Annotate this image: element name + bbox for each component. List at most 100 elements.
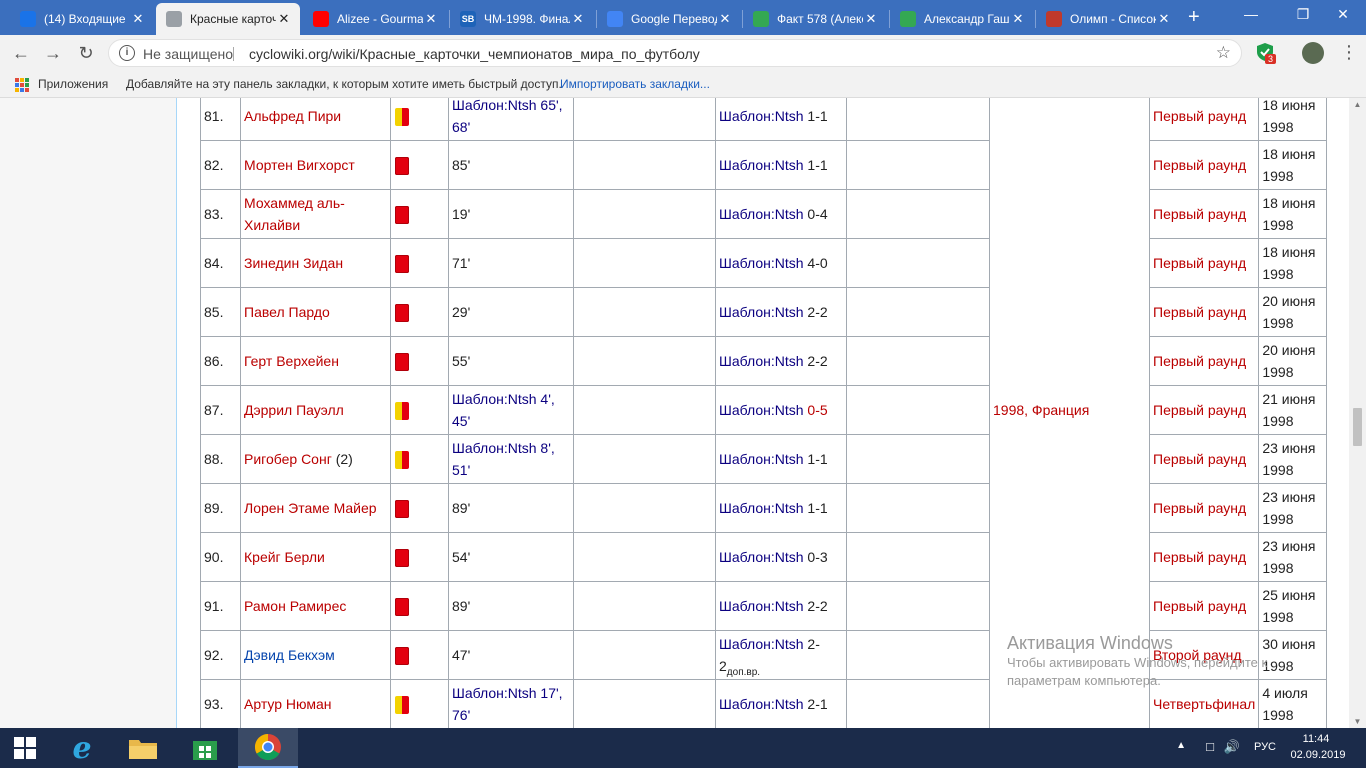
round-link[interactable]: Первый раунд <box>1153 108 1246 124</box>
tab-close-icon[interactable]: ✕ <box>863 11 879 27</box>
player-link[interactable]: Альфред Пири <box>244 108 341 124</box>
tab-1[interactable]: (14) Входящие ✕ <box>10 3 154 35</box>
round-cell: Первый раунд <box>1148 385 1260 435</box>
network-icon[interactable]: □ <box>1206 739 1214 754</box>
player-link[interactable]: Дэвид Бекхэм <box>244 647 335 663</box>
match-score: 2-2 <box>807 353 828 369</box>
row-number: 83. <box>200 189 241 239</box>
import-bookmarks-link[interactable]: Импортировать закладки... <box>560 77 710 91</box>
back-icon[interactable]: ← <box>9 41 33 65</box>
player-link[interactable]: Дэррил Пауэлл <box>244 402 344 418</box>
close-window-icon[interactable]: ✕ <box>1320 2 1366 28</box>
forward-icon[interactable]: → <box>41 41 65 65</box>
tab-title[interactable]: Факт 578 (Алексей) <box>777 12 863 26</box>
tab-title[interactable]: ЧМ-1998. Финал <box>484 12 570 26</box>
tab-6[interactable]: Факт 578 (Алексей)✕ <box>743 3 887 35</box>
round-link[interactable]: Первый раунд <box>1153 402 1246 418</box>
round-link[interactable]: Первый раунд <box>1153 206 1246 222</box>
bookmark-star-icon[interactable]: ☆ <box>1216 43 1231 63</box>
player-link[interactable]: Ригобер Сонг <box>244 451 332 467</box>
minimize-icon[interactable]: — <box>1228 2 1274 28</box>
tab-close-icon[interactable]: ✕ <box>1010 11 1026 27</box>
round-link[interactable]: Первый раунд <box>1153 353 1246 369</box>
second-yellow-card-icon <box>395 696 409 715</box>
red-card-icon <box>395 549 409 568</box>
scroll-thumb[interactable] <box>1353 408 1362 446</box>
match-score[interactable]: 0-5 <box>807 402 827 418</box>
round-link[interactable]: Первый раунд <box>1153 304 1246 320</box>
file-explorer-app[interactable] <box>113 728 173 768</box>
tab-close-icon[interactable]: ✕ <box>717 11 733 27</box>
apps-grid-icon[interactable] <box>15 78 29 92</box>
player-link[interactable]: Артур Нюман <box>244 696 332 712</box>
player-link[interactable]: Крейг Берли <box>244 549 325 565</box>
language-indicator[interactable]: РУС <box>1254 741 1276 753</box>
tab-title[interactable]: Google Переводчик <box>631 12 717 26</box>
match-score: 0-4 <box>807 206 828 222</box>
round-link[interactable]: Четвертьфинал <box>1153 696 1255 712</box>
tab-close-icon[interactable]: ✕ <box>130 11 146 27</box>
minute-cell: Шаблон:Ntsh 4', 45' <box>448 385 574 435</box>
url-text[interactable]: cyclowiki.org/wiki/Красные_карточки_чемп… <box>249 46 700 62</box>
round-link[interactable]: Первый раунд <box>1153 549 1246 565</box>
player-link[interactable]: Мортен Вигхорст <box>244 157 355 173</box>
player-link[interactable]: Зинедин Зидан <box>244 255 343 271</box>
security-label[interactable]: Не защищено <box>143 46 233 62</box>
tab-title[interactable]: Alizee - Gourmandises <box>337 12 423 26</box>
player-link[interactable]: Лорен Этаме Майер <box>244 500 377 516</box>
player-link[interactable]: Рамон Рамирес <box>244 598 346 614</box>
round-cell: Первый раунд <box>1148 140 1260 190</box>
clock-time[interactable]: 11:44 <box>1286 733 1346 745</box>
tab-title[interactable]: Александр Гаш <box>924 12 1010 26</box>
player-cell: Дэррил Пауэлл <box>240 385 391 435</box>
player-cell: Альфред Пири <box>240 98 391 141</box>
clock-date[interactable]: 02.09.2019 <box>1286 749 1350 761</box>
tab-title[interactable]: (14) Входящие <box>44 12 130 26</box>
menu-dots-icon[interactable]: ⋮ <box>1340 42 1358 62</box>
tray-chevron-icon[interactable]: ▲ <box>1176 740 1186 751</box>
reload-icon[interactable]: ↻ <box>74 41 98 65</box>
internet-explorer-app[interactable]: e <box>52 728 112 768</box>
start-button[interactable] <box>0 728 50 768</box>
sheet-icon <box>900 11 916 27</box>
tab-close-icon[interactable]: ✕ <box>1156 11 1172 27</box>
tab-3[interactable]: Alizee - Gourmandises✕ <box>303 3 447 35</box>
round-link[interactable]: Первый раунд <box>1153 157 1246 173</box>
apps-link[interactable]: Приложения <box>38 77 108 91</box>
tab-title[interactable]: Красные карточки <box>190 12 276 26</box>
new-tab-button[interactable]: + <box>1188 7 1200 27</box>
round-link[interactable]: Первый раунд <box>1153 255 1246 271</box>
scroll-up-arrow-icon[interactable]: ▲ <box>1349 100 1366 109</box>
chrome-icon <box>254 733 281 761</box>
tournament-link[interactable]: 1998, Франция <box>993 402 1089 418</box>
chrome-app[interactable] <box>238 728 298 768</box>
tab-4[interactable]: SB ЧМ-1998. Финал ✕ <box>450 3 594 35</box>
match-score: 1-1 <box>807 108 828 124</box>
tab-7[interactable]: Александр Гаш ✕ <box>890 3 1034 35</box>
address-bar[interactable]: i Не защищено cyclowiki.org/wiki/Красные… <box>108 39 1242 67</box>
table-row: 87. Дэррил Пауэлл Шаблон:Ntsh 4', 45' Шабло… <box>200 385 1328 435</box>
scroll-down-arrow-icon[interactable]: ▼ <box>1349 717 1366 726</box>
tab-strip: (14) Входящие✕Красные карточки✕Alizee - … <box>0 0 1366 35</box>
tab-8[interactable]: Олимп - Список ✕ <box>1036 3 1180 35</box>
tab-close-icon[interactable]: ✕ <box>423 11 439 27</box>
volume-icon[interactable]: 🔊 <box>1224 739 1240 755</box>
info-icon[interactable]: i <box>119 45 135 61</box>
player-link[interactable]: Мохаммед аль-Хилайви <box>244 195 345 233</box>
profile-avatar[interactable] <box>1302 42 1324 64</box>
match-date: 30 июня 1998 <box>1258 630 1328 680</box>
round-link[interactable]: Первый раунд <box>1153 598 1246 614</box>
round-link[interactable]: Первый раунд <box>1153 500 1246 516</box>
round-link[interactable]: Второй раунд <box>1153 647 1242 663</box>
tab-close-icon[interactable]: ✕ <box>570 11 586 27</box>
tab-2[interactable]: Красные карточки✕ <box>156 3 300 35</box>
tab-close-icon[interactable]: ✕ <box>276 11 292 27</box>
tab-title[interactable]: Олимп - Список <box>1070 12 1156 26</box>
player-link[interactable]: Герт Верхейен <box>244 353 339 369</box>
round-link[interactable]: Первый раунд <box>1153 451 1246 467</box>
card-cell <box>390 336 449 386</box>
player-link[interactable]: Павел Пардо <box>244 304 330 320</box>
tab-5[interactable]: Google Переводчик✕ <box>597 3 741 35</box>
store-app[interactable] <box>175 728 235 768</box>
vertical-scrollbar[interactable]: ▲ ▼ <box>1349 98 1366 728</box>
